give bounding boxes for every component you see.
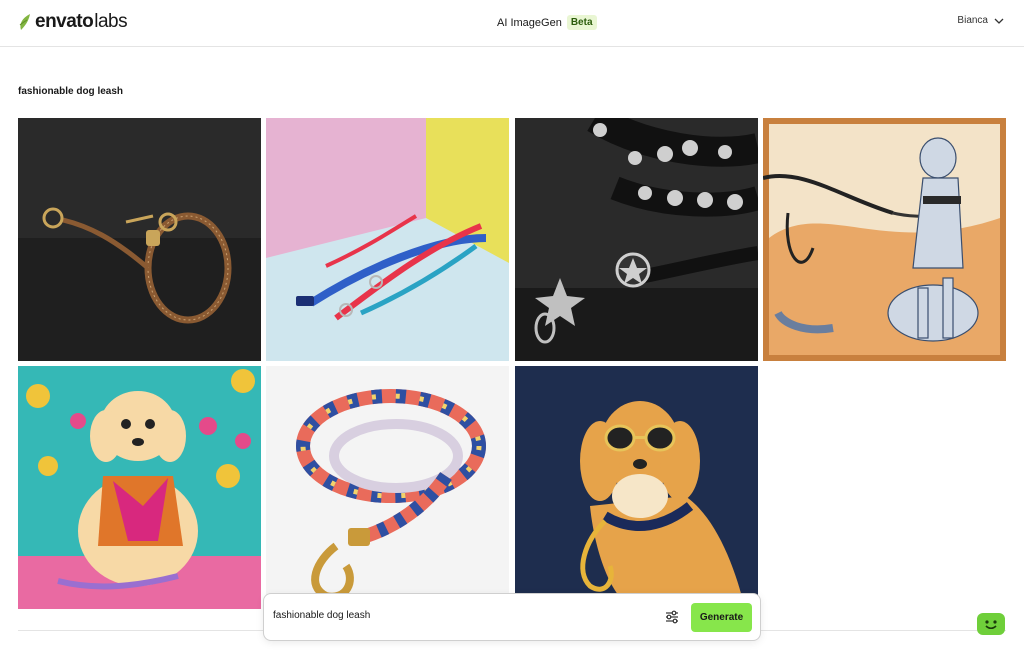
generated-image-2[interactable] [266, 118, 509, 361]
user-name: Bianca [957, 15, 988, 26]
prompt-bar: Generate [263, 593, 761, 641]
app-title-text: AI ImageGen [497, 16, 562, 29]
app-title: AI ImageGen Beta [497, 15, 597, 30]
beta-badge: Beta [566, 15, 597, 30]
envato-labs-logo[interactable]: envato labs [18, 10, 128, 34]
generate-button[interactable]: Generate [691, 603, 752, 632]
generated-image-3[interactable] [515, 118, 758, 361]
top-bar: envato labs AI ImageGen Beta Bianca [0, 0, 1024, 47]
generated-image-6[interactable] [266, 366, 509, 609]
sliders-icon[interactable] [664, 609, 680, 625]
image-grid [18, 118, 1006, 610]
chevron-down-icon [994, 18, 1004, 24]
generated-image-1[interactable] [18, 118, 261, 361]
smiley-chat-icon[interactable] [977, 613, 1005, 637]
logo-sub-text: labs [94, 11, 128, 32]
generated-image-5[interactable] [18, 366, 261, 609]
envato-leaf-icon [19, 14, 30, 30]
prompt-input[interactable] [273, 610, 633, 621]
generated-image-7[interactable] [515, 366, 758, 609]
logo-main-text: envato [35, 11, 94, 32]
prompt-heading: fashionable dog leash [18, 86, 124, 97]
generated-image-4[interactable] [763, 118, 1006, 361]
user-menu[interactable]: Bianca [957, 15, 1004, 26]
